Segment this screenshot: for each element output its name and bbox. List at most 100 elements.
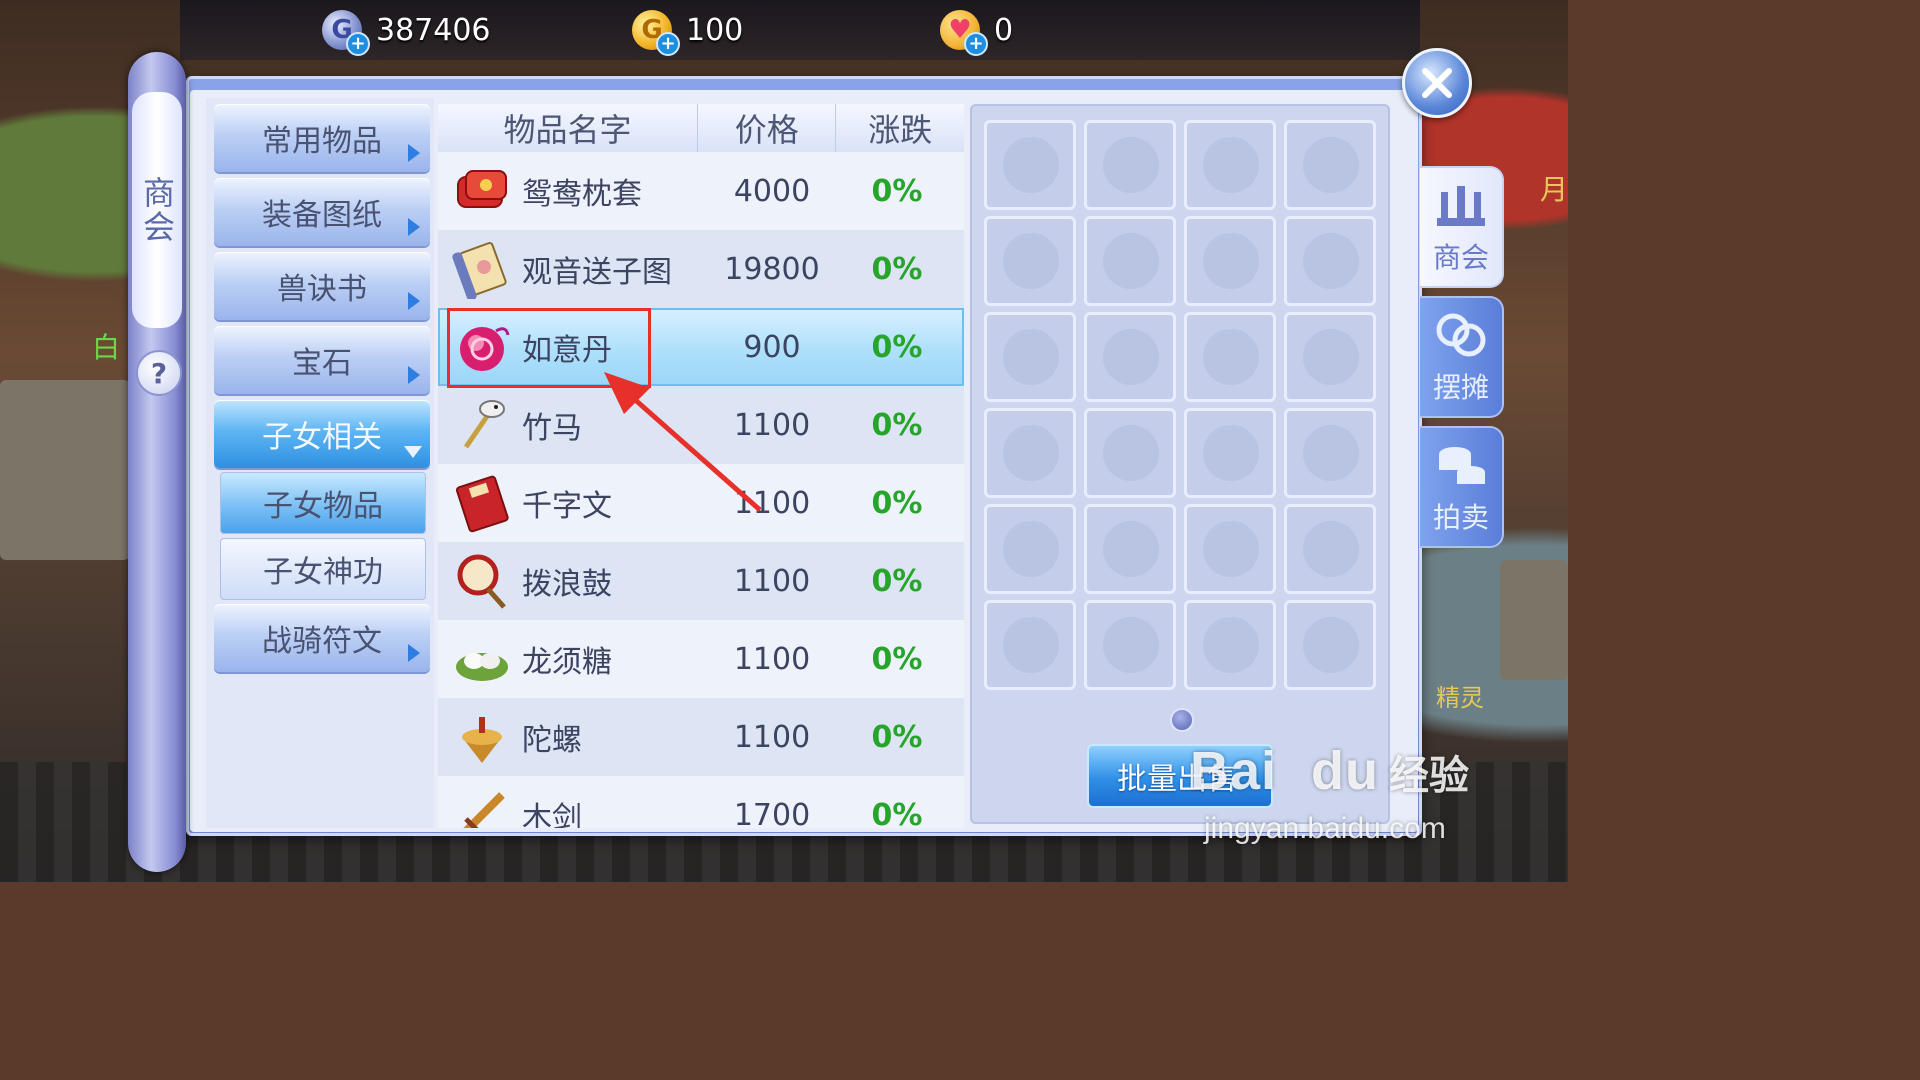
item-price: 1100 <box>733 719 811 755</box>
item-name: 观音送子图 <box>522 255 672 290</box>
tab-chamber-of-commerce[interactable]: 商会 <box>1420 166 1504 288</box>
inventory-slot[interactable] <box>1184 408 1276 498</box>
coin-stack-icon <box>1439 447 1485 484</box>
coins-icon <box>1436 313 1486 357</box>
inventory-slot[interactable] <box>1284 120 1376 210</box>
inventory-slot[interactable] <box>1284 216 1376 306</box>
subcategory-children-skills[interactable]: 子女神功 <box>220 538 426 600</box>
empty-slot-icon <box>1103 137 1159 193</box>
spinning-top-icon <box>450 705 514 769</box>
silver-coin-icon[interactable]: G + <box>322 10 370 56</box>
subcategory-children-items[interactable]: 子女物品 <box>220 472 426 534</box>
add-gold-icon[interactable]: + <box>656 32 680 56</box>
watermark-url: jingyan.baidu.com <box>1204 812 1446 845</box>
inventory-slot[interactable] <box>1084 120 1176 210</box>
stone-wall <box>1500 560 1568 680</box>
inventory-slot[interactable] <box>1084 312 1176 402</box>
column-header-change[interactable]: 涨跌 <box>836 104 964 152</box>
background-label: 白 <box>92 331 121 364</box>
item-change: 0% <box>871 251 923 287</box>
empty-slot-icon <box>1003 617 1059 673</box>
inventory-slot[interactable] <box>1284 600 1376 690</box>
page-indicator-dot[interactable] <box>1170 708 1194 732</box>
close-icon <box>1422 68 1452 98</box>
watermark-brand: Bai <box>1190 741 1278 801</box>
inventory-slot[interactable] <box>984 120 1076 210</box>
item-price: 1100 <box>733 563 811 599</box>
category-pet-skill-books[interactable]: 兽诀书 <box>214 252 430 320</box>
inventory-slot[interactable] <box>1084 216 1176 306</box>
inventory-slot[interactable] <box>1084 504 1176 594</box>
help-button[interactable]: ? <box>136 350 182 396</box>
table-row[interactable]: 千字文 1100 0% <box>438 464 964 542</box>
tab-auction[interactable]: 拍卖 <box>1420 426 1504 548</box>
heart-coin-icon[interactable]: ♥ + <box>940 10 988 56</box>
table-row[interactable]: 观音送子图 19800 0% <box>438 230 964 308</box>
table-row[interactable]: 陀螺 1100 0% <box>438 698 964 776</box>
empty-slot-icon <box>1003 233 1059 289</box>
category-mount-runes[interactable]: 战骑符文 <box>214 604 430 672</box>
table-row[interactable]: 木剑 1700 0% <box>438 776 964 828</box>
item-change: 0% <box>871 563 923 599</box>
tab-label: 拍卖 <box>1432 501 1489 534</box>
background-label: 精灵 <box>1436 684 1484 712</box>
item-change: 0% <box>871 485 923 521</box>
gold-coin-icon[interactable]: G + <box>632 10 680 56</box>
category-gems[interactable]: 宝石 <box>214 326 430 394</box>
column-header-name[interactable]: 物品名字 <box>438 104 699 152</box>
category-equipment-blueprints[interactable]: 装备图纸 <box>214 178 430 246</box>
tab-stall[interactable]: 摆摊 <box>1420 296 1504 418</box>
empty-slot-icon <box>1103 617 1159 673</box>
category-common-items[interactable]: 常用物品 <box>214 104 430 172</box>
add-silver-icon[interactable]: + <box>346 32 370 56</box>
close-button[interactable] <box>1402 48 1472 118</box>
subcategory-label: 子女物品 <box>263 489 383 524</box>
item-price: 4000 <box>733 173 811 209</box>
wooden-sword-icon <box>450 783 514 828</box>
item-name: 竹马 <box>522 411 582 446</box>
watermark-brand-2: du <box>1311 741 1380 801</box>
inventory-slot[interactable] <box>1184 216 1276 306</box>
empty-slot-icon <box>1003 521 1059 577</box>
category-children-related[interactable]: 子女相关 <box>214 400 430 468</box>
table-row[interactable]: 龙须糖 1100 0% <box>438 620 964 698</box>
heart-amount: 0 <box>994 12 1014 48</box>
inventory-slot[interactable] <box>1284 504 1376 594</box>
baidu-watermark: Bai du 经验 jingyan.baidu.com <box>1190 740 1470 845</box>
empty-slot-icon <box>1303 617 1359 673</box>
watermark-cn: 经验 <box>1389 753 1470 799</box>
inventory-slot[interactable] <box>984 216 1076 306</box>
table-row[interactable]: 竹马 1100 0% <box>438 386 964 464</box>
table-row[interactable]: 拨浪鼓 1100 0% <box>438 542 964 620</box>
item-name: 鸳鸯枕套 <box>522 177 642 212</box>
item-name: 拨浪鼓 <box>522 567 612 602</box>
add-heart-icon[interactable]: + <box>964 32 988 56</box>
empty-slot-icon <box>1003 425 1059 481</box>
empty-slot-icon <box>1303 329 1359 385</box>
column-header-price[interactable]: 价格 <box>698 104 837 152</box>
inventory-slot[interactable] <box>1184 120 1276 210</box>
inventory-slot[interactable] <box>1284 312 1376 402</box>
inventory-slot[interactable] <box>984 408 1076 498</box>
stone-wall <box>0 380 130 560</box>
table-row[interactable]: 鸳鸯枕套 4000 0% <box>438 152 964 230</box>
annotation-highlight-box <box>447 308 651 388</box>
item-price: 1700 <box>733 797 811 829</box>
item-name: 木剑 <box>522 801 582 828</box>
category-label: 常用物品 <box>262 124 382 159</box>
inventory-slot[interactable] <box>1284 408 1376 498</box>
inventory-slot[interactable] <box>1184 312 1276 402</box>
item-change: 0% <box>871 407 923 443</box>
inventory-slot[interactable] <box>1184 504 1276 594</box>
inventory-slot[interactable] <box>1084 408 1176 498</box>
collapse-arrow-icon <box>404 446 422 458</box>
candy-icon <box>450 627 514 691</box>
inventory-slot[interactable] <box>984 312 1076 402</box>
table-header: 物品名字 价格 涨跌 <box>438 104 964 153</box>
inventory-slot[interactable] <box>1184 600 1276 690</box>
inventory-slot[interactable] <box>984 504 1076 594</box>
category-label: 子女相关 <box>262 420 382 455</box>
inventory-slot[interactable] <box>1084 600 1176 690</box>
item-change: 0% <box>871 797 923 829</box>
inventory-slot[interactable] <box>984 600 1076 690</box>
